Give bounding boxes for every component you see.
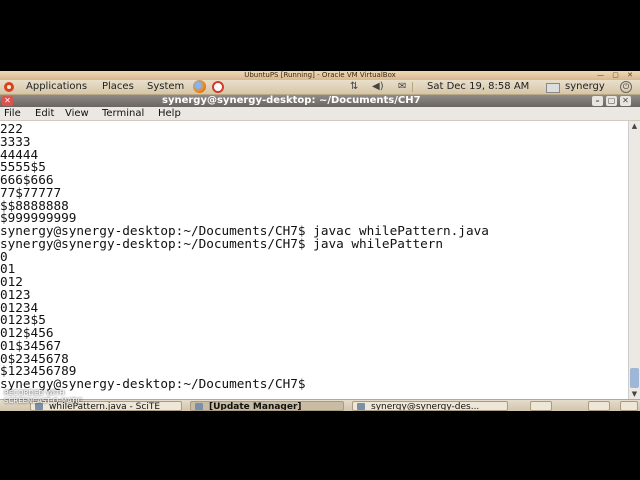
terminal-menubar: File Edit View Terminal Help <box>0 107 640 121</box>
letterbox-bottom <box>0 411 640 480</box>
update-manager-icon <box>195 403 203 410</box>
menu-applications[interactable]: Applications <box>26 80 87 94</box>
task-update-manager[interactable]: [Update Manager] <box>190 401 344 411</box>
panel-clock[interactable]: Sat Dec 19, 8:58 AM <box>427 80 529 94</box>
gnome-top-panel: Applications Places System ⇅ ◀) ✉ Sat De… <box>0 80 640 95</box>
task-update-manager-label: [Update Manager] <box>209 402 302 411</box>
menu-edit[interactable]: Edit <box>35 107 54 120</box>
screencast-watermark: RECORDED WITH SCREENCAST-O-MATIC <box>4 389 83 405</box>
terminal-line: synergy@synergy-desktop:~/Documents/CH7$… <box>0 236 444 251</box>
terminal-title: synergy@synergy-desktop: ~/Documents/CH7 <box>162 95 421 106</box>
letterbox-top <box>0 0 640 71</box>
menu-help[interactable]: Help <box>158 107 181 120</box>
menu-view[interactable]: View <box>65 107 89 120</box>
volume-icon[interactable]: ◀) <box>372 82 384 92</box>
terminal-scrollbar[interactable]: ▲ ▼ <box>628 121 640 399</box>
panel-username[interactable]: synergy <box>565 80 605 94</box>
scroll-up-icon[interactable]: ▲ <box>630 122 639 130</box>
watermark-line1: RECORDED WITH <box>4 389 65 397</box>
virtualbox-window-controls[interactable]: — ▢ ✕ <box>597 71 636 80</box>
scrollbar-thumb[interactable] <box>630 368 639 388</box>
firefox-launcher-icon[interactable] <box>193 80 206 93</box>
watermark-line2: SCREENCAST-O-MATIC <box>4 397 83 405</box>
terminal-close-icon[interactable]: ✕ <box>2 96 13 106</box>
workspace-switcher-1[interactable] <box>530 401 552 411</box>
mail-icon[interactable]: ✉ <box>398 82 406 92</box>
user-icon <box>546 83 560 93</box>
help-launcher-icon[interactable] <box>212 81 224 93</box>
close-button[interactable]: ✕ <box>620 96 631 106</box>
virtualbox-title: UbuntuPS [Running] - Oracle VM VirtualBo… <box>244 71 396 79</box>
task-terminal[interactable]: synergy@synergy-des... <box>352 401 508 411</box>
terminal-titlebar[interactable]: ✕ synergy@synergy-desktop: ~/Documents/C… <box>0 95 640 107</box>
scroll-down-icon[interactable]: ▼ <box>630 390 639 398</box>
virtualbox-titlebar: UbuntuPS [Running] - Oracle VM VirtualBo… <box>0 71 640 80</box>
ubuntu-logo-icon[interactable] <box>4 82 14 92</box>
minimize-button[interactable]: – <box>592 96 603 106</box>
power-icon[interactable]: ⏻ <box>620 81 632 93</box>
trash-icon[interactable] <box>620 401 638 411</box>
menu-places[interactable]: Places <box>102 80 134 94</box>
network-icon[interactable]: ⇅ <box>350 82 358 92</box>
terminal-output[interactable]: 222 3333 44444 5555$5 666$666 77$77777 $… <box>0 121 628 399</box>
panel-separator <box>412 82 413 92</box>
task-terminal-label: synergy@synergy-des... <box>371 402 480 411</box>
terminal-icon <box>357 403 365 410</box>
menu-system[interactable]: System <box>147 80 184 94</box>
maximize-button[interactable]: ▢ <box>606 96 617 106</box>
menu-file[interactable]: File <box>4 107 21 120</box>
menu-terminal[interactable]: Terminal <box>102 107 144 120</box>
workspace-switcher-2[interactable] <box>588 401 610 411</box>
